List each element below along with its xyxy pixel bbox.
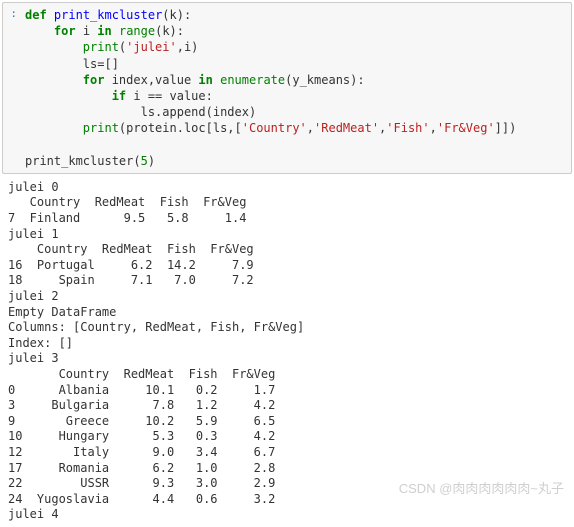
code-text: (k): bbox=[162, 8, 191, 22]
output-block: julei 0 Country RedMeat Fish Fr&Veg 7 Fi… bbox=[0, 176, 574, 527]
func-name: print_kmcluster bbox=[54, 8, 162, 22]
code-text: ,i) bbox=[177, 40, 199, 54]
code-text: print_kmcluster( bbox=[25, 154, 141, 168]
code-text: i == value: bbox=[126, 89, 213, 103]
builtin-print: print bbox=[83, 121, 119, 135]
code-cell: : def print_kmcluster(k): for i in range… bbox=[2, 2, 572, 174]
input-prompt: : bbox=[3, 3, 19, 173]
code-text: (y_kmeans): bbox=[285, 73, 364, 87]
string: 'RedMeat' bbox=[314, 121, 379, 135]
kw-for: for bbox=[54, 24, 76, 38]
code-text: index,value bbox=[104, 73, 198, 87]
code-text: (k): bbox=[155, 24, 184, 38]
code-text: ls=[] bbox=[83, 57, 119, 71]
code-text: ]]) bbox=[495, 121, 517, 135]
kw-in: in bbox=[198, 73, 212, 87]
code-text: ) bbox=[148, 154, 155, 168]
watermark: CSDN @肉肉肉肉肉肉~丸子 bbox=[399, 478, 564, 497]
string: 'Fish' bbox=[386, 121, 429, 135]
builtin-print: print bbox=[83, 40, 119, 54]
kw-if: if bbox=[112, 89, 126, 103]
builtin-enum: enumerate bbox=[220, 73, 285, 87]
string: 'Fr&Veg' bbox=[437, 121, 495, 135]
code-text: i bbox=[76, 24, 98, 38]
kw-in: in bbox=[97, 24, 111, 38]
kw-for: for bbox=[83, 73, 105, 87]
string: 'julei' bbox=[126, 40, 177, 54]
string: 'Country' bbox=[242, 121, 307, 135]
code-text: ls.append(index) bbox=[141, 105, 257, 119]
code-block[interactable]: def print_kmcluster(k): for i in range(k… bbox=[19, 3, 522, 173]
code-text: (protein.loc[ls,[ bbox=[119, 121, 242, 135]
kw-def: def bbox=[25, 8, 47, 22]
builtin-range: range bbox=[119, 24, 155, 38]
number: 5 bbox=[141, 154, 148, 168]
